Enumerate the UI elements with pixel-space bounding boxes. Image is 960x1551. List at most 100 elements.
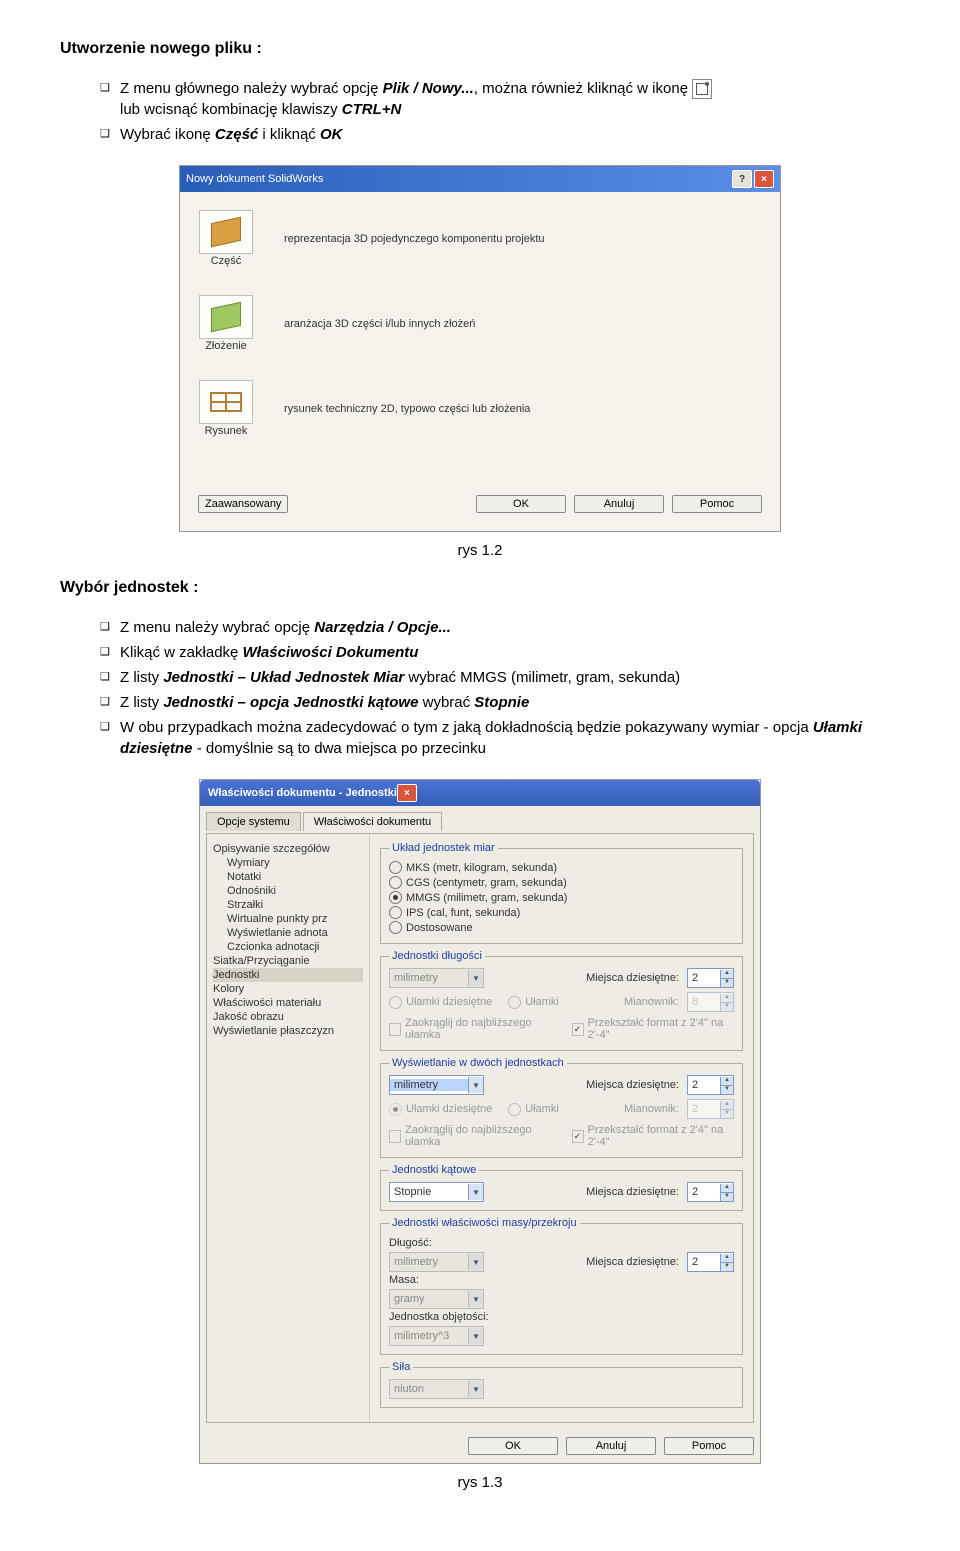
- label: Miejsca dziesiętne:: [586, 1079, 679, 1091]
- chk-label: Przekształć format z 2'4" na 2'-4": [588, 1017, 734, 1041]
- group-mass-section: Jednostki właściwości masy/przekroju Dłu…: [380, 1217, 743, 1355]
- tree-node[interactable]: Jakość obrazu: [213, 1010, 363, 1024]
- chevron-down-icon: ▼: [468, 970, 483, 986]
- text: i kliknąć: [258, 126, 320, 143]
- radio-custom[interactable]: Dostosowane: [389, 920, 734, 935]
- help-icon[interactable]: ?: [732, 170, 752, 188]
- group-legend: Układ jednostek miar: [389, 842, 498, 854]
- group-angular-units: Jednostki kątowe Stopnie▼ Miejsca dziesi…: [380, 1164, 743, 1211]
- chevron-up-icon: ▲: [720, 970, 733, 979]
- group-dual-display: Wyświetlanie w dwóch jednostkach milimet…: [380, 1057, 743, 1158]
- dialog-title: Nowy dokument SolidWorks: [186, 173, 323, 185]
- tab-system-options[interactable]: Opcje systemu: [206, 812, 301, 831]
- screenshot-doc-properties-dialog: Właściwości dokumentu - Jednostki × Opcj…: [199, 779, 761, 1464]
- radio-frac-2: Ułamki: [508, 1102, 559, 1117]
- group-force: Siła niuton▼: [380, 1361, 743, 1408]
- decimal-places-spin[interactable]: 2▲▼: [687, 968, 734, 988]
- tree-node[interactable]: Wymiary: [213, 856, 363, 870]
- dialog-title: Właściwości dokumentu - Jednostki: [208, 787, 397, 799]
- radio-decimal-frac-2: Ułamki dziesiętne: [389, 1102, 492, 1117]
- tree-node[interactable]: Właściwości materiału: [213, 996, 363, 1010]
- option-label: Złożenie: [198, 340, 254, 352]
- radio-ips[interactable]: IPS (cal, funt, sekunda): [389, 905, 734, 920]
- radio-decimal-frac: Ułamki dziesiętne: [389, 995, 492, 1010]
- text: W obu przypadkach można zadecydować o ty…: [120, 719, 813, 736]
- option-label: Rysunek: [198, 425, 254, 437]
- text-bold: Część: [215, 126, 258, 143]
- group-legend: Wyświetlanie w dwóch jednostkach: [389, 1057, 567, 1069]
- option-drawing[interactable]: Rysunek: [198, 380, 254, 437]
- category-tree[interactable]: Opisywanie szczegółów Wymiary Notatki Od…: [207, 834, 370, 1422]
- mass-unit-combo: gramy▼: [389, 1289, 484, 1309]
- tree-node[interactable]: Odnośniki: [213, 884, 363, 898]
- text-bold: Stopnie: [474, 694, 529, 711]
- ok-button[interactable]: OK: [468, 1437, 558, 1455]
- option-desc: reprezentacja 3D pojedynczego komponentu…: [284, 233, 545, 245]
- tree-node[interactable]: Czcionka adnotacji: [213, 940, 363, 954]
- radio-mks[interactable]: MKS (metr, kilogram, sekunda): [389, 860, 734, 875]
- angular-unit-combo[interactable]: Stopnie▼: [389, 1182, 484, 1202]
- chk-label: Zaokrąglij do najbliższego ułamka: [405, 1124, 556, 1148]
- tree-node[interactable]: Wyświetlanie adnota: [213, 926, 363, 940]
- tree-node[interactable]: Opisywanie szczegółów: [213, 842, 363, 856]
- label: Mianownik:: [624, 1103, 679, 1115]
- radio-frac: Ułamki: [508, 995, 559, 1010]
- tree-node[interactable]: Kolory: [213, 982, 363, 996]
- text-bold: Plik / Nowy...: [383, 80, 474, 97]
- chevron-down-icon[interactable]: ▼: [468, 1077, 483, 1093]
- text: , można również kliknąć w ikonę: [474, 80, 688, 97]
- tree-node[interactable]: Notatki: [213, 870, 363, 884]
- advanced-button[interactable]: Zaawansowany: [198, 495, 288, 513]
- section-heading-units: Wybór jednostek :: [60, 579, 900, 597]
- chk-convert-fmt: ✓Przekształć format z 2'4" na 2'-4": [572, 1016, 734, 1042]
- dual-unit-combo[interactable]: milimetry▼: [389, 1075, 484, 1095]
- tree-node[interactable]: Wyświetlanie płaszczyzn: [213, 1024, 363, 1038]
- figure-caption: rys 1.2: [60, 542, 900, 559]
- close-icon[interactable]: ×: [397, 784, 417, 802]
- radio-label: Dostosowane: [406, 922, 473, 934]
- text: lub wcisnąć kombinację klawiszy: [120, 101, 342, 118]
- text-bold: Jednostki – opcja Jednostki kątowe: [163, 694, 418, 711]
- drawing-icon: [210, 392, 242, 412]
- radio-label: Ułamki: [525, 996, 559, 1008]
- title-bar: Właściwości dokumentu - Jednostki ×: [200, 780, 760, 806]
- label: Miejsca dziesiętne:: [586, 972, 679, 984]
- ok-button[interactable]: OK: [476, 495, 566, 513]
- close-icon[interactable]: ×: [754, 170, 774, 188]
- screenshot-new-doc-dialog: Nowy dokument SolidWorks ? × Część repre…: [179, 165, 781, 532]
- radio-label: IPS (cal, funt, sekunda): [406, 907, 520, 919]
- label: Jednostka objętości:: [389, 1309, 734, 1326]
- radio-label: Ułamki: [525, 1103, 559, 1115]
- tree-node[interactable]: Siatka/Przyciąganie: [213, 954, 363, 968]
- mass-decimal-spin[interactable]: 2▲▼: [687, 1252, 734, 1272]
- text: Z listy: [120, 694, 163, 711]
- help-button[interactable]: Pomoc: [672, 495, 762, 513]
- help-button[interactable]: Pomoc: [664, 1437, 754, 1455]
- option-part[interactable]: Część: [198, 210, 254, 267]
- text: - domyślnie są to dwa miejsca po przecin…: [193, 740, 486, 757]
- option-assembly[interactable]: Złożenie: [198, 295, 254, 352]
- text: Z menu głównego należy wybrać opcję: [120, 80, 383, 97]
- label: Długość:: [389, 1235, 734, 1252]
- volume-unit-combo: milimetry^3▼: [389, 1326, 484, 1346]
- group-legend: Jednostki właściwości masy/przekroju: [389, 1217, 580, 1229]
- instructions-list-1: Z menu głównego należy wybrać opcję Plik…: [60, 78, 900, 145]
- force-unit-combo: niuton▼: [389, 1379, 484, 1399]
- radio-mmgs[interactable]: MMGS (milimetr, gram, sekunda): [389, 890, 734, 905]
- dual-decimal-spin[interactable]: 2▲▼: [687, 1075, 734, 1095]
- group-length-units: Jednostki długości milimetry▼ Miejsca dz…: [380, 950, 743, 1051]
- mass-length-combo: milimetry▼: [389, 1252, 484, 1272]
- tree-node[interactable]: Wirtualne punkty prz: [213, 912, 363, 926]
- radio-label: MKS (metr, kilogram, sekunda): [406, 862, 557, 874]
- label: Miejsca dziesiętne:: [586, 1256, 679, 1268]
- cancel-button[interactable]: Anuluj: [566, 1437, 656, 1455]
- chevron-down-icon[interactable]: ▼: [468, 1184, 483, 1200]
- tree-node[interactable]: Strzałki: [213, 898, 363, 912]
- cancel-button[interactable]: Anuluj: [574, 495, 664, 513]
- angular-decimal-spin[interactable]: 2▲▼: [687, 1182, 734, 1202]
- radio-cgs[interactable]: CGS (centymetr, gram, sekunda): [389, 875, 734, 890]
- tree-node-units[interactable]: Jednostki: [213, 968, 363, 982]
- text: Z menu należy wybrać opcję: [120, 619, 314, 636]
- tab-doc-properties[interactable]: Właściwości dokumentu: [303, 812, 442, 831]
- assembly-icon: [211, 302, 241, 332]
